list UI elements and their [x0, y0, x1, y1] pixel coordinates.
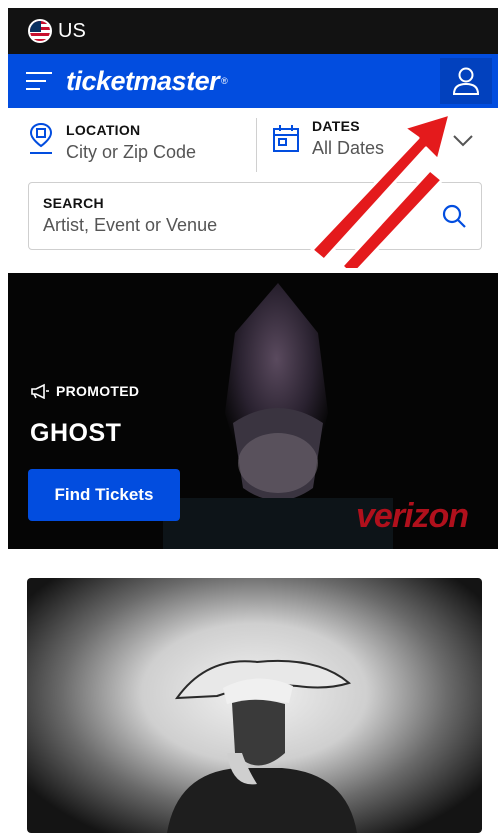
registered-mark: ® [221, 76, 228, 86]
location-filter[interactable]: LOCATION City or Zip Code [28, 122, 196, 163]
location-label: LOCATION [66, 122, 141, 138]
search-label: SEARCH [43, 195, 104, 211]
verizon-sponsor-logo: verizon [356, 497, 469, 535]
hamburger-menu-icon[interactable] [26, 72, 52, 90]
search-icon[interactable] [441, 203, 467, 229]
us-flag-icon[interactable] [28, 19, 52, 43]
dates-label: DATES [312, 118, 360, 134]
artist-photo-image [167, 659, 357, 833]
promoted-event-banner[interactable]: PROMOTED GHOST Find Tickets verizon [8, 273, 498, 549]
dates-value[interactable]: All Dates [312, 138, 384, 159]
filter-divider [256, 118, 257, 172]
find-tickets-button[interactable]: Find Tickets [28, 469, 180, 521]
region-label[interactable]: US [58, 20, 86, 43]
featured-artist-card[interactable] [27, 578, 482, 833]
location-input[interactable]: City or Zip Code [66, 142, 196, 163]
ticketmaster-logo[interactable]: ticketmaster [66, 66, 220, 97]
account-button[interactable] [440, 58, 492, 104]
filter-bar: LOCATION City or Zip Code DATES All Date… [8, 108, 498, 182]
dates-filter[interactable]: DATES All Dates [272, 118, 384, 159]
chevron-down-icon[interactable] [452, 134, 474, 148]
megaphone-icon [31, 383, 49, 399]
user-icon [452, 67, 480, 95]
promoted-label: PROMOTED [56, 383, 140, 399]
search-box[interactable]: SEARCH Artist, Event or Venue [28, 182, 482, 250]
event-title[interactable]: GHOST [30, 419, 121, 448]
calendar-icon [273, 125, 299, 152]
main-navbar: ticketmaster ® [8, 54, 498, 108]
location-pin-icon [29, 122, 53, 154]
region-bar: US [8, 8, 498, 54]
promoted-badge: PROMOTED [30, 383, 139, 399]
search-input[interactable]: Artist, Event or Venue [43, 215, 467, 236]
